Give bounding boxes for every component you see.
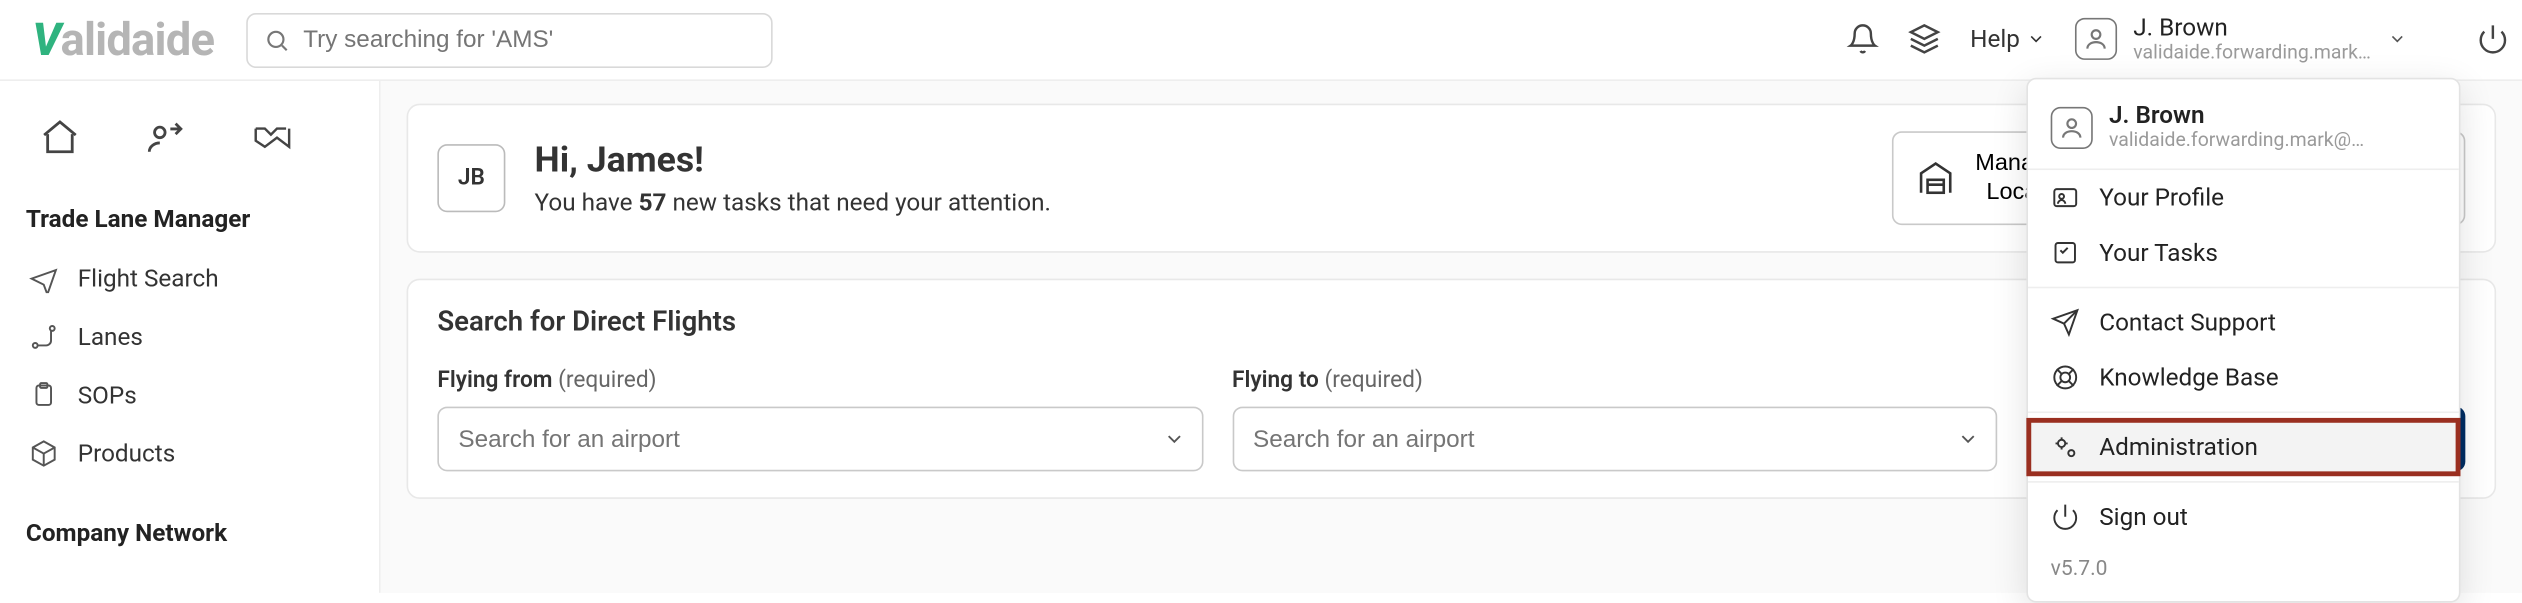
dd-item-label: Your Tasks	[2099, 238, 2218, 267]
dd-knowledge-base[interactable]: Knowledge Base	[2028, 350, 2459, 405]
dd-item-label: Administration	[2099, 433, 2258, 462]
dd-your-tasks[interactable]: Your Tasks	[2028, 225, 2459, 280]
dd-sign-out[interactable]: Sign out	[2028, 489, 2459, 544]
user-email: validaide.forwarding.mark…	[2133, 42, 2371, 64]
dd-item-label: Sign out	[2099, 502, 2188, 531]
lifebuoy-icon	[2051, 363, 2080, 392]
package-icon	[29, 439, 58, 468]
sidebar-item-label: Flight Search	[78, 264, 219, 293]
clipboard-icon	[29, 381, 58, 410]
chevron-down-icon	[1162, 428, 1185, 451]
logo-mark: V	[32, 13, 60, 66]
avatar-icon	[2075, 19, 2117, 61]
tasks-icon	[2051, 238, 2080, 267]
logo-text: alidaide	[60, 13, 214, 66]
sidebar-item-products[interactable]: Products	[26, 424, 353, 482]
chevron-down-icon	[1957, 428, 1980, 451]
flying-to-label: Flying to (required)	[1232, 368, 1997, 394]
welcome-greeting: Hi, James!	[535, 140, 1864, 180]
dd-contact-support[interactable]: Contact Support	[2028, 295, 2459, 350]
gears-icon	[2051, 433, 2080, 462]
sidebar-heading-tlm: Trade Lane Manager	[26, 204, 353, 233]
route-icon	[29, 322, 58, 351]
sidebar-item-flight-search[interactable]: Flight Search	[26, 249, 353, 307]
dd-item-label: Knowledge Base	[2099, 363, 2278, 392]
warehouse-icon	[1917, 159, 1956, 198]
user-initials-badge: JB	[437, 144, 505, 212]
dd-user-name: J. Brown	[2109, 102, 2364, 130]
sidebar-item-label: Lanes	[78, 322, 143, 351]
airplane-icon	[29, 264, 58, 293]
flying-from-input[interactable]	[458, 425, 1162, 453]
sidebar-item-sops[interactable]: SOPs	[26, 366, 353, 424]
handoff-icon[interactable]	[146, 117, 188, 159]
chevron-down-icon	[2387, 30, 2406, 49]
power-icon	[2051, 502, 2080, 531]
handshake-icon[interactable]	[253, 117, 302, 159]
help-menu[interactable]: Help	[1970, 25, 2046, 54]
search-input[interactable]	[303, 26, 755, 54]
welcome-tasks-line: You have 57 new tasks that need your att…	[535, 187, 1864, 216]
sidebar-item-label: Products	[78, 439, 175, 468]
user-menu-trigger[interactable]: J. Brown validaide.forwarding.mark…	[2075, 15, 2448, 65]
dd-user-email: validaide.forwarding.mark@…	[2109, 130, 2364, 152]
dd-item-label: Your Profile	[2099, 183, 2224, 212]
flying-from-label: Flying from (required)	[437, 368, 1202, 394]
avatar-icon	[2051, 106, 2093, 148]
user-name: J. Brown	[2133, 15, 2371, 43]
dd-version: v5.7.0	[2028, 544, 2459, 584]
flying-from-combobox[interactable]	[437, 407, 1202, 472]
layers-icon[interactable]	[1909, 23, 1941, 55]
dd-your-profile[interactable]: Your Profile	[2028, 170, 2459, 225]
flying-to-combobox[interactable]	[1232, 407, 1997, 472]
power-icon[interactable]	[2477, 23, 2509, 55]
sidebar-heading-company: Company Network	[26, 518, 353, 547]
notifications-icon[interactable]	[1847, 23, 1879, 55]
logo[interactable]: Validaide	[32, 13, 214, 66]
chevron-down-icon	[2026, 30, 2045, 49]
id-card-icon	[2051, 183, 2080, 212]
help-label: Help	[1970, 25, 2020, 54]
paper-plane-icon	[2051, 308, 2080, 337]
user-dropdown: J. Brown validaide.forwarding.mark@… You…	[2026, 78, 2460, 603]
dd-item-label: Contact Support	[2099, 308, 2276, 337]
home-icon[interactable]	[39, 117, 81, 159]
flying-to-input[interactable]	[1253, 425, 1957, 453]
search-icon	[264, 27, 290, 53]
sidebar-item-label: SOPs	[78, 381, 137, 410]
sidebar-item-lanes[interactable]: Lanes	[26, 308, 353, 366]
global-search[interactable]	[247, 12, 773, 67]
dd-administration[interactable]: Administration	[2028, 420, 2459, 475]
